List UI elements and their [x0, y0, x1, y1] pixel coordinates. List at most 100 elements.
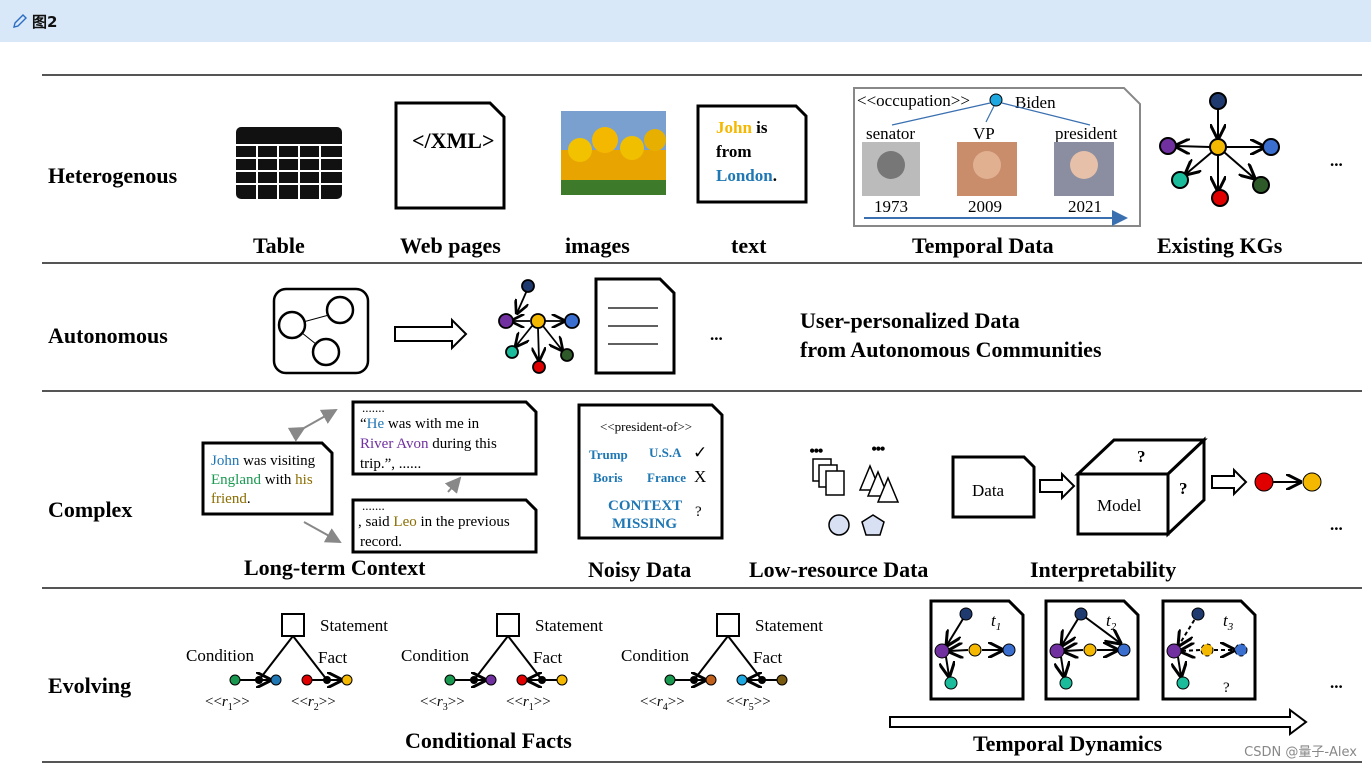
autonomous-description-2: from Autonomous Communities: [800, 337, 1102, 362]
svg-text:, said Leo in the previous: , said Leo in the previous: [358, 514, 510, 530]
ellipsis: ...: [1330, 515, 1343, 534]
statement-node: [496, 613, 520, 637]
svg-text:...: ...: [810, 437, 823, 456]
webpage-doc-icon: </XML>: [394, 101, 506, 210]
svg-text:Statement: Statement: [535, 616, 603, 635]
svg-text:Statement: Statement: [755, 616, 823, 635]
svg-text:MISSING: MISSING: [612, 516, 677, 532]
context-card-1: John was visiting England with his frien…: [201, 441, 334, 516]
svg-text:Fact: Fact: [318, 648, 348, 667]
ellipsis: ...: [710, 325, 723, 344]
svg-text:Condition: Condition: [621, 646, 690, 665]
statement-node: [716, 613, 740, 637]
row-label-heterogenous: Heterogenous: [48, 163, 178, 188]
svg-text:River Avon during this: River Avon during this: [360, 436, 497, 452]
svg-text:France: France: [647, 470, 686, 485]
svg-text:<<r3>>: <<r3>>: [420, 694, 465, 713]
svg-text:1973: 1973: [874, 197, 908, 216]
document-icon: [594, 277, 676, 375]
svg-text:record.: record.: [360, 534, 402, 550]
svg-text:president: president: [1055, 124, 1118, 143]
community-users-icon: [272, 287, 370, 375]
table-icon: [236, 127, 342, 199]
low-resource-shapes: ... ...: [809, 434, 900, 536]
svg-text:images: images: [565, 233, 630, 258]
temporal-data-panel: <<occupation>> Biden senator VP presiden…: [853, 87, 1141, 227]
arrow-right-icon: [394, 317, 468, 351]
svg-text:</XML>: </XML>: [412, 128, 495, 153]
svg-text:?: ?: [1179, 479, 1188, 498]
text-card: John is from London.: [696, 104, 808, 204]
svg-text:Trump: Trump: [589, 447, 628, 462]
svg-text:trip.”, ......: trip.”, ......: [360, 456, 421, 472]
svg-text:John was visiting: John was visiting: [211, 453, 316, 469]
svg-text:<<president-of>>: <<president-of>>: [600, 419, 692, 434]
svg-text:text: text: [731, 233, 767, 258]
svg-text:.......: .......: [362, 498, 385, 513]
row-label-autonomous: Autonomous: [48, 323, 168, 348]
temporal-snapshot: t2: [1044, 599, 1140, 701]
svg-text:<<r1>>: <<r1>>: [506, 694, 551, 713]
ellipsis: ...: [1330, 151, 1343, 170]
svg-text:<<r4>>: <<r4>>: [640, 694, 685, 713]
svg-text:Condition: Condition: [186, 646, 255, 665]
svg-text:2009: 2009: [968, 197, 1002, 216]
caption-conditional-facts: Conditional Facts: [405, 728, 572, 753]
interpretability-diagram: Data ? ? Model: [951, 436, 1322, 538]
svg-text:Interpretability: Interpretability: [1030, 557, 1176, 582]
svg-text:<<occupation>>: <<occupation>>: [857, 91, 970, 110]
context-card-3: ....... , said Leo in the previous recor…: [351, 498, 538, 554]
svg-text:.......: .......: [362, 400, 385, 415]
svg-text:Low-resource Data: Low-resource Data: [749, 557, 928, 582]
conditional-fact: Statement Condition Fact <<r4>> <<r5>>: [621, 613, 823, 713]
svg-text:Table: Table: [253, 233, 305, 258]
svg-text:England with his: England with his: [211, 472, 313, 488]
complex-captions: Long-term Context Noisy Data Low-resourc…: [244, 555, 1176, 582]
context-card-2: ....... “He was with me in River Avon du…: [351, 400, 538, 476]
conditional-fact: Statement Condition Fact <<r3>> <<r1>>: [401, 613, 603, 713]
svg-text:senator: senator: [866, 124, 915, 143]
svg-text:John is: John is: [716, 118, 768, 137]
svg-text:Web pages: Web pages: [400, 233, 501, 258]
existing-kg-graph: [1159, 92, 1280, 207]
svg-text:friend.: friend.: [211, 491, 251, 507]
conditional-facts: StatementCondition Fact<<r1>> <<r2>>Statem…: [186, 613, 823, 713]
svg-text:Model: Model: [1097, 496, 1142, 515]
svg-text:Biden: Biden: [1015, 93, 1056, 112]
svg-text:?: ?: [695, 504, 702, 520]
svg-text:U.S.A: U.S.A: [649, 445, 682, 460]
temporal-snapshot: t3?: [1161, 599, 1257, 701]
svg-text:Temporal Data: Temporal Data: [912, 233, 1054, 258]
tulips-image: [561, 111, 666, 195]
svg-text:Existing KGs: Existing KGs: [1157, 233, 1283, 258]
figure: Heterogenous </XML> John is from London.…: [42, 74, 1362, 763]
caption-temporal-dynamics: Temporal Dynamics: [973, 731, 1163, 756]
svg-text:Statement: Statement: [320, 616, 388, 635]
ellipsis: ...: [1330, 673, 1343, 692]
temporal-snapshot: t1: [929, 599, 1025, 701]
svg-text:?: ?: [1137, 447, 1146, 466]
svg-text:London.: London.: [716, 166, 777, 185]
temporal-dynamics: t1 t2 t3?: [929, 599, 1257, 701]
svg-text:Condition: Condition: [401, 646, 470, 665]
svg-text:Fact: Fact: [753, 648, 783, 667]
kg-graph-small: [498, 279, 580, 374]
svg-text:2021: 2021: [1068, 197, 1102, 216]
statement-node: [281, 613, 305, 637]
svg-text:<<r1>>: <<r1>>: [205, 694, 250, 713]
svg-text:CONTEXT: CONTEXT: [608, 498, 682, 514]
svg-text:X: X: [694, 467, 706, 486]
svg-text:VP: VP: [973, 124, 995, 143]
svg-text:from: from: [716, 142, 752, 161]
svg-text:“He was with me in: “He was with me in: [360, 416, 480, 432]
svg-text:Fact: Fact: [533, 648, 563, 667]
svg-text:Data: Data: [972, 481, 1005, 500]
svg-text:Boris: Boris: [593, 470, 623, 485]
svg-text:<<r2>>: <<r2>>: [291, 694, 336, 713]
svg-text:?: ?: [1223, 680, 1230, 696]
conditional-fact: Statement Condition Fact <<r1>> <<r2>>: [186, 613, 388, 713]
svg-text:Long-term Context: Long-term Context: [244, 555, 426, 580]
svg-text:<<r5>>: <<r5>>: [726, 694, 771, 713]
autonomous-description-1: User-personalized Data: [800, 308, 1020, 333]
svg-text:✓: ✓: [693, 443, 707, 462]
